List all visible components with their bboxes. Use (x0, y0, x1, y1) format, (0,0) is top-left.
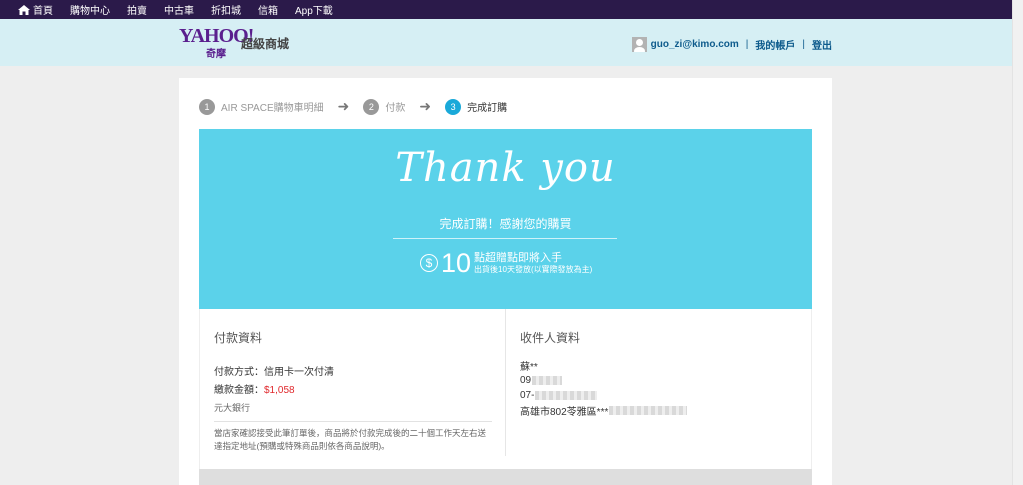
banner-divider (393, 238, 617, 239)
bank-name: 元大銀行 (214, 403, 251, 413)
separator: | (745, 39, 749, 50)
recipient-phone-prefix: 07- (520, 390, 535, 401)
dollar-coin-icon: $ (420, 254, 438, 272)
recipient-title: 收件人資料 (520, 331, 581, 345)
nav-mail[interactable]: 信箱 (258, 2, 278, 17)
home-icon (18, 4, 30, 15)
masked-text (535, 391, 598, 400)
payment-info: 付款資料 付款方式：信用卡一次付清 繳款金額：$1,058 元大銀行 當店家確認… (214, 309, 492, 453)
nav-discount[interactable]: 折扣城 (211, 2, 241, 17)
thank-you-heading: Thank you (395, 145, 616, 191)
payment-divider (214, 421, 492, 422)
nav-shopping-center[interactable]: 購物中心 (70, 2, 110, 17)
arrow-right-icon: ➜ (337, 98, 350, 114)
user-bar: guo_zi@kimo.com | 我的帳戶 | 登出 (631, 37, 832, 52)
avatar (631, 37, 647, 52)
payment-amount-row: 繳款金額：$1,058 (214, 381, 492, 396)
logo-sub: 奇摩 (206, 49, 226, 60)
step-3-label: 完成訂購 (467, 103, 508, 114)
top-navigation: 首頁 購物中心 拍賣 中古車 折扣城 信箱 App下載 (0, 0, 1012, 19)
recipient-phone: 07- (520, 388, 795, 403)
payment-method-row: 付款方式：信用卡一次付清 (214, 363, 492, 378)
nav-used-cars[interactable]: 中古車 (164, 2, 194, 17)
points-number: 10 (441, 248, 472, 278)
nav-home-label: 首頁 (33, 6, 53, 17)
reward-points: $ 10 點超贈點即將入手 出貨後10天發放(以實際發放為主) (420, 249, 592, 277)
order-complete-message: 完成訂購！感謝您的購買 (439, 217, 572, 231)
masked-text (609, 406, 688, 415)
checkout-steps: 1 AIR SPACE購物車明細 ➜ 2 付款 ➜ 3 完成訂購 (199, 98, 507, 115)
order-complete-card: 1 AIR SPACE購物車明細 ➜ 2 付款 ➜ 3 完成訂購 Thank y… (179, 78, 832, 485)
recipient-mobile: 09 (520, 373, 795, 388)
nav-app-download[interactable]: App下載 (295, 2, 333, 17)
payment-method-label: 付款方式： (214, 367, 264, 378)
order-info: 付款資料 付款方式：信用卡一次付清 繳款金額：$1,058 元大銀行 當店家確認… (199, 309, 812, 469)
step-2-number: 2 (363, 98, 380, 115)
yahoo-mall-logo[interactable]: YAHOO! 奇摩 超級商城 (179, 26, 309, 60)
nav-auction[interactable]: 拍賣 (127, 2, 147, 17)
thank-you-banner: Thank you 完成訂購！感謝您的購買 $ 10 點超贈點即將入手 出貨後1… (199, 129, 812, 309)
payment-amount-value: $1,058 (264, 385, 295, 396)
card-footer (199, 469, 812, 485)
step-1-number: 1 (199, 98, 215, 115)
logout-link[interactable]: 登出 (812, 37, 832, 52)
recipient-address-prefix: 高雄市802苓雅區*** (520, 407, 609, 418)
nav-home[interactable]: 首頁 (18, 2, 53, 17)
site-header: YAHOO! 奇摩 超級商城 guo_zi@kimo.com | 我的帳戶 | … (0, 19, 1012, 66)
points-message: 點超贈點即將入手 (474, 251, 563, 264)
separator: | (802, 39, 805, 50)
arrow-right-icon: ➜ (419, 98, 432, 114)
user-email: guo_zi@kimo.com (650, 39, 739, 50)
payment-method-value: 信用卡一次付清 (264, 367, 334, 378)
recipient-mobile-prefix: 09 (520, 375, 532, 386)
logo-mall-label: 超級商城 (241, 37, 290, 51)
recipient-name: 蘇** (520, 362, 538, 373)
my-account-link[interactable]: 我的帳戶 (755, 37, 795, 52)
step-1-label: AIR SPACE購物車明細 (221, 103, 324, 114)
points-note: 出貨後10天發放(以實際發放為主) (474, 264, 593, 274)
step-2-label: 付款 (385, 103, 406, 114)
masked-text (532, 376, 563, 385)
delivery-note: 當店家確認接受此筆訂單後，商品將於付款完成後的二十個工作天左右送達指定地址(預購… (214, 428, 487, 451)
recipient-address: 高雄市802苓雅區*** (520, 403, 795, 418)
page-scrollbar[interactable] (1012, 0, 1023, 485)
recipient-info: 收件人資料 蘇** 09 07- 高雄市802苓雅區*** (505, 309, 795, 456)
step-3-number: 3 (445, 98, 462, 115)
payment-title: 付款資料 (214, 331, 263, 345)
payment-amount-label: 繳款金額： (214, 385, 264, 396)
